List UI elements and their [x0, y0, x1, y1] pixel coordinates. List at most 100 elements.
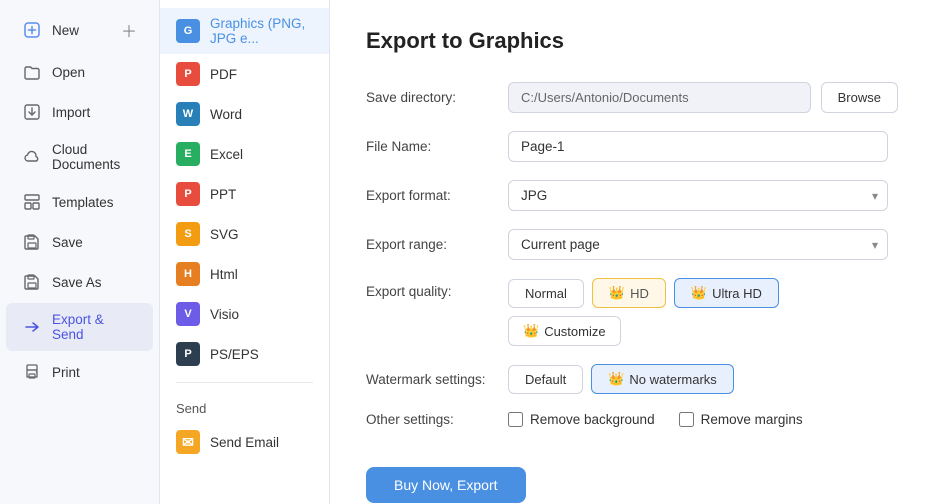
sidebar-item-import-label: Import: [52, 105, 90, 120]
middle-item-ppt-label: PPT: [210, 187, 236, 202]
export-range-select[interactable]: Current page All pages Custom range: [508, 229, 888, 260]
export-format-label: Export format:: [366, 188, 496, 203]
sidebar-item-save-as[interactable]: Save As: [6, 263, 153, 301]
middle-item-excel[interactable]: E Excel: [160, 134, 329, 174]
quality-ultra-hd-button[interactable]: 👑 Ultra HD: [674, 278, 779, 308]
middle-panel: G Graphics (PNG, JPG e... P PDF W Word E…: [160, 0, 330, 504]
no-watermarks-crown-icon: 👑: [608, 371, 624, 387]
export-quality-row: Export quality: Normal 👑 HD 👑 Ultra HD 👑…: [366, 278, 910, 346]
browse-button[interactable]: Browse: [821, 82, 898, 113]
customize-button[interactable]: 👑 Customize: [508, 316, 621, 346]
page-title: Export to Graphics: [366, 28, 910, 54]
watermark-label: Watermark settings:: [366, 372, 496, 387]
other-settings-label: Other settings:: [366, 412, 496, 427]
middle-item-svg-label: SVG: [210, 227, 239, 242]
ultra-hd-crown-icon: 👑: [691, 285, 707, 301]
main-content: Export to Graphics Save directory: Brows…: [330, 0, 946, 504]
middle-item-word-label: Word: [210, 107, 242, 122]
sidebar: New ＋ Open Import Cloud Documents Templa…: [0, 0, 160, 504]
remove-margins-checkbox[interactable]: [679, 412, 694, 427]
sidebar-item-new[interactable]: New ＋: [6, 9, 153, 51]
middle-item-graphics[interactable]: G Graphics (PNG, JPG e...: [160, 8, 329, 54]
middle-item-pdf-label: PDF: [210, 67, 237, 82]
other-settings-group: Remove background Remove margins: [508, 412, 803, 427]
sidebar-item-new-label: New: [52, 23, 79, 38]
export-range-row: Export range: Current page All pages Cus…: [366, 229, 910, 260]
export-format-wrapper: JPG PNG BMP TIFF GIF WebP: [508, 180, 888, 211]
middle-item-word[interactable]: W Word: [160, 94, 329, 134]
middle-item-visio[interactable]: V Visio: [160, 294, 329, 334]
quality-hd-button[interactable]: 👑 HD: [592, 278, 666, 308]
file-name-input[interactable]: [508, 131, 888, 162]
export-range-label: Export range:: [366, 237, 496, 252]
graphics-file-icon: G: [176, 19, 200, 43]
save-directory-row: Save directory: Browse: [366, 82, 910, 113]
buy-now-export-button[interactable]: Buy Now, Export: [366, 467, 526, 503]
watermark-options-group: Default 👑 No watermarks: [508, 364, 734, 394]
middle-divider: [176, 382, 313, 383]
sidebar-item-save[interactable]: Save: [6, 223, 153, 261]
middle-item-graphics-label: Graphics (PNG, JPG e...: [210, 16, 313, 46]
no-watermarks-label: No watermarks: [629, 372, 716, 387]
sidebar-item-save-label: Save: [52, 235, 83, 250]
middle-item-svg[interactable]: S SVG: [160, 214, 329, 254]
middle-item-html[interactable]: H Html: [160, 254, 329, 294]
sidebar-item-cloud-label: Cloud Documents: [52, 142, 137, 172]
svg-file-icon: S: [176, 222, 200, 246]
new-icon: [22, 20, 42, 40]
middle-item-ppt[interactable]: P PPT: [160, 174, 329, 214]
save-directory-input-group: Browse: [508, 82, 898, 113]
customize-crown-icon: 👑: [523, 323, 539, 339]
ps-file-icon: P: [176, 342, 200, 366]
quality-hd-label: HD: [630, 286, 649, 301]
open-icon: [22, 62, 42, 82]
save-icon: [22, 232, 42, 252]
file-name-label: File Name:: [366, 139, 496, 154]
export-format-row: Export format: JPG PNG BMP TIFF GIF WebP: [366, 180, 910, 211]
remove-margins-label[interactable]: Remove margins: [679, 412, 803, 427]
middle-item-send-email-label: Send Email: [210, 435, 279, 450]
email-icon: ✉: [176, 430, 200, 454]
sidebar-item-print[interactable]: Print: [6, 353, 153, 391]
remove-background-checkbox[interactable]: [508, 412, 523, 427]
middle-item-ps-eps[interactable]: P PS/EPS: [160, 334, 329, 374]
import-icon: [22, 102, 42, 122]
quality-options-group: Normal 👑 HD 👑 Ultra HD 👑 Customize: [508, 278, 779, 346]
ppt-file-icon: P: [176, 182, 200, 206]
sidebar-item-export-send[interactable]: Export & Send: [6, 303, 153, 351]
middle-item-html-label: Html: [210, 267, 238, 282]
sidebar-item-save-as-label: Save As: [52, 275, 102, 290]
quality-normal-button[interactable]: Normal: [508, 279, 584, 308]
sidebar-item-cloud-documents[interactable]: Cloud Documents: [6, 133, 153, 181]
cloud-icon: [22, 147, 42, 167]
watermark-row: Watermark settings: Default 👑 No waterma…: [366, 364, 910, 394]
file-name-row: File Name:: [366, 131, 910, 162]
send-section-title: Send: [160, 391, 329, 422]
sidebar-item-import[interactable]: Import: [6, 93, 153, 131]
sidebar-item-templates-label: Templates: [52, 195, 114, 210]
pdf-file-icon: P: [176, 62, 200, 86]
middle-item-send-email[interactable]: ✉ Send Email: [160, 422, 329, 462]
sidebar-item-templates[interactable]: Templates: [6, 183, 153, 221]
export-format-select[interactable]: JPG PNG BMP TIFF GIF WebP: [508, 180, 888, 211]
middle-item-pdf[interactable]: P PDF: [160, 54, 329, 94]
word-file-icon: W: [176, 102, 200, 126]
save-directory-label: Save directory:: [366, 90, 496, 105]
sidebar-item-export-label: Export & Send: [52, 312, 137, 342]
middle-item-excel-label: Excel: [210, 147, 243, 162]
file-name-control: [508, 131, 888, 162]
export-send-icon: [22, 317, 42, 337]
excel-file-icon: E: [176, 142, 200, 166]
other-settings-row: Other settings: Remove background Remove…: [366, 412, 910, 427]
sidebar-item-open-label: Open: [52, 65, 85, 80]
remove-background-label[interactable]: Remove background: [508, 412, 655, 427]
sidebar-item-open[interactable]: Open: [6, 53, 153, 91]
watermark-default-button[interactable]: Default: [508, 365, 583, 394]
save-as-icon: [22, 272, 42, 292]
save-directory-input[interactable]: [508, 82, 811, 113]
middle-item-ps-label: PS/EPS: [210, 347, 259, 362]
print-icon: [22, 362, 42, 382]
export-range-wrapper: Current page All pages Custom range: [508, 229, 888, 260]
watermark-no-watermarks-button[interactable]: 👑 No watermarks: [591, 364, 734, 394]
middle-item-visio-label: Visio: [210, 307, 239, 322]
